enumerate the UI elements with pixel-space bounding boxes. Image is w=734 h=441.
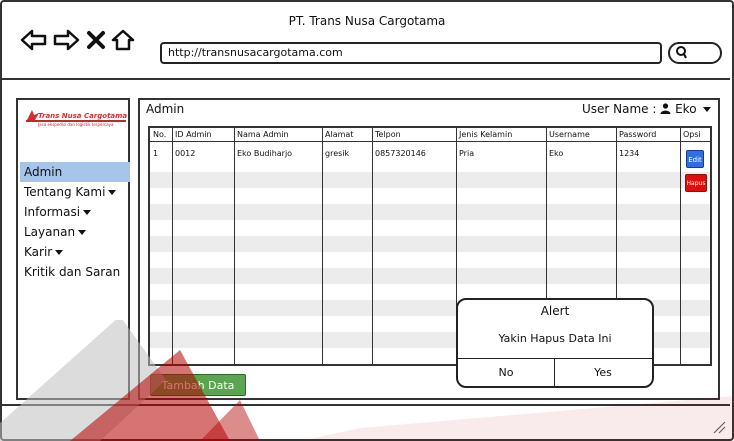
column-divider [372, 128, 373, 364]
sidebar-item-label: Kritik dan Saran [24, 265, 121, 279]
chevron-down-icon [108, 190, 117, 195]
toolbar-divider [2, 78, 730, 80]
sidebar-item-label: Tentang Kami [24, 185, 106, 199]
delete-button[interactable]: Hapus [685, 174, 707, 192]
forward-button[interactable] [52, 28, 80, 56]
chevron-down-icon [703, 107, 712, 112]
no-button[interactable]: No [458, 360, 554, 386]
resize-grip-icon[interactable] [712, 420, 726, 434]
column-header: ID Admin [172, 128, 234, 142]
chevron-down-icon [78, 230, 87, 235]
window-title: PT. Trans Nusa Cargotama [288, 14, 446, 28]
main-panel: Admin User Name : Eko No. ID Admin Nama Ad… [138, 98, 720, 400]
sidebar-item-label: Layanan [24, 225, 76, 239]
alert-dialog: Alert Yakin Hapus Data Ini No Yes [456, 298, 654, 388]
column-header: Jenis Kelamin [456, 128, 546, 142]
sidebar-item-tentang-kami[interactable]: Tentang Kami [20, 182, 130, 202]
edit-button[interactable]: Edit [686, 150, 704, 168]
add-data-button[interactable]: Tambah Data [150, 374, 246, 396]
alert-divider [458, 358, 652, 359]
page-title: Admin [146, 102, 185, 116]
column-divider [172, 128, 173, 364]
status-divider [2, 404, 730, 406]
arrow-left-icon [20, 29, 47, 51]
user-name: Eko [675, 102, 697, 116]
sidebar-item-karir[interactable]: Karir [20, 242, 130, 262]
close-icon [87, 31, 105, 49]
column-header: Nama Admin [234, 128, 322, 142]
table-cell: Pria [459, 149, 475, 158]
url-bar[interactable]: http://transnusacargotama.com [160, 42, 662, 64]
sidebar-item-kritik-dan-saran[interactable]: Kritik dan Saran [20, 262, 130, 282]
column-header: Alamat [322, 128, 372, 142]
sidebar-item-label: Informasi [24, 205, 81, 219]
column-header: No. [150, 128, 172, 142]
column-divider [234, 128, 235, 364]
table-cell: Eko Budiharjo [237, 149, 293, 158]
sidebar: Trans Nusa Cargotama Jasa ekspedisi dan … [16, 98, 130, 400]
chevron-down-icon [83, 210, 92, 215]
stop-button[interactable] [86, 28, 106, 56]
user-menu[interactable]: User Name : Eko [582, 102, 712, 116]
search-icon [676, 46, 687, 59]
yes-button[interactable]: Yes [555, 360, 651, 386]
column-divider [322, 128, 323, 364]
column-header: Password [616, 128, 680, 142]
table-cell: 0012 [175, 149, 196, 158]
home-button[interactable] [110, 28, 136, 56]
company-logo: Trans Nusa Cargotama Jasa ekspedisi dan … [24, 108, 128, 136]
arrow-right-icon [53, 29, 80, 51]
logo-tagline: Jasa ekspedisi dan logistik terpercaya [38, 122, 114, 127]
table-cell: gresik [325, 149, 350, 158]
url-text: http://transnusacargotama.com [168, 46, 343, 59]
column-header: Opsi [680, 128, 710, 142]
home-icon [111, 29, 135, 51]
sidebar-item-label: Admin [24, 165, 63, 179]
alert-title: Alert [540, 304, 570, 318]
logo-name: Trans Nusa Cargotama [38, 112, 128, 120]
search-button[interactable] [668, 42, 722, 64]
table-cell: 0857320146 [375, 149, 426, 158]
column-header: Telpon [372, 128, 456, 142]
user-label: User Name : [582, 102, 657, 116]
sidebar-item-label: Karir [24, 245, 53, 259]
chevron-down-icon [55, 250, 64, 255]
sidebar-item-informasi[interactable]: Informasi [20, 202, 130, 222]
sidebar-item-admin[interactable]: Admin [20, 162, 130, 182]
table-cell: 1 [153, 149, 159, 158]
sidebar-item-layanan[interactable]: Layanan [20, 222, 130, 242]
user-icon [660, 103, 671, 114]
alert-message: Yakin Hapus Data Ini [498, 332, 612, 345]
back-button[interactable] [20, 28, 48, 56]
table-cell: Eko [549, 149, 564, 158]
column-header: Username [546, 128, 616, 142]
table-cell: 1234 [619, 149, 640, 158]
column-divider [680, 128, 681, 364]
